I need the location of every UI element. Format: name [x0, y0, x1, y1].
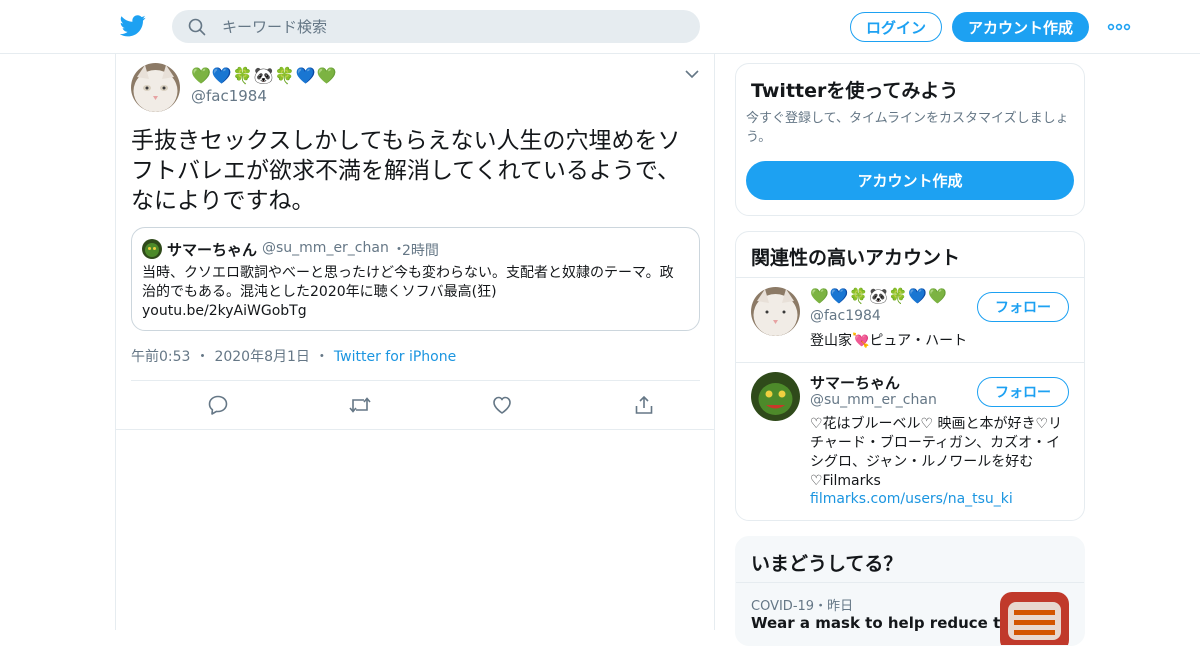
tweet-metadata: 午前0:53 ・ 2020年8月1日・ Twitter for iPhone — [131, 346, 456, 366]
divider — [116, 429, 714, 430]
reply-icon — [208, 395, 228, 415]
account-handle[interactable]: @fac1984 — [810, 308, 881, 324]
account-bio: ♡花はブルーベル♡ 映画と本が好き♡リチャード・ブローティガン、カズオ・イシグロ… — [810, 416, 1063, 489]
signup-button[interactable]: アカウント作成 — [952, 12, 1089, 42]
login-button[interactable]: ログイン — [850, 12, 942, 42]
tweet-date[interactable]: 2020年8月1日 — [214, 349, 309, 365]
quoted-author-handle: @su_mm_er_chan — [262, 240, 389, 256]
trend-headline[interactable]: Wear a mask to help reduce the — [751, 614, 1021, 632]
divider — [736, 582, 1084, 583]
share-icon — [635, 395, 653, 414]
author-handle[interactable]: @fac1984 — [191, 87, 267, 105]
share-button[interactable] — [631, 392, 657, 418]
account-bio: 登山家💘ピュア・ハート — [810, 333, 968, 349]
retweet-icon — [349, 397, 371, 413]
twitter-bird-logo-icon[interactable] — [120, 14, 146, 38]
account-name[interactable]: サマーちゃん — [810, 372, 900, 393]
retweet-button[interactable] — [347, 392, 373, 418]
more-options-icon[interactable] — [1107, 18, 1131, 36]
search-input[interactable] — [222, 17, 662, 36]
divider — [736, 362, 1084, 363]
quoted-avatar — [142, 239, 162, 259]
quoted-author-name: サマーちゃん — [167, 241, 258, 259]
tweet-time[interactable]: 午前0:53 — [131, 349, 190, 365]
avatar[interactable] — [131, 63, 180, 112]
author-display-name[interactable]: 💚💙🍀🐼🍀💙💚 — [191, 66, 337, 85]
top-navigation-bar: ログイン アカウント作成 — [0, 0, 1200, 54]
tweet-column: 💚💙🍀🐼🍀💙💚 @fac1984 手抜きセックスしかしてもらえない人生の穴埋めを… — [115, 54, 715, 630]
account-handle[interactable]: @su_mm_er_chan — [810, 392, 937, 408]
trend-metadata: COVID-19・昨日 — [751, 595, 853, 614]
follow-button[interactable]: フォロー — [977, 377, 1069, 407]
divider — [736, 277, 1084, 278]
search-bar[interactable] — [172, 10, 700, 43]
signup-prompt-card: Twitterを使ってみよう 今すぐ登録して、タイムラインをカスタマイズしましょ… — [735, 63, 1085, 216]
related-accounts-card: 関連性の高いアカウント 💚💙🍀🐼🍀💙💚 @fac1984 登山家💘ピュア・ハート… — [735, 231, 1085, 521]
quoted-link: youtu.be/2kyAiWGobTg — [142, 303, 307, 319]
card-title: Twitterを使ってみよう — [751, 80, 959, 102]
avatar[interactable] — [751, 372, 800, 421]
quoted-tweet[interactable]: サマーちゃん @su_mm_er_chan ・ 2時間 当時、クソエロ歌詞やべー… — [131, 227, 700, 331]
separator-dot: ・ — [814, 599, 828, 614]
trend-time: 昨日 — [827, 599, 854, 614]
separator-dot: ・ — [195, 349, 210, 365]
tweet-actions — [131, 392, 700, 418]
heart-icon — [493, 396, 511, 414]
separator-dot: ・ — [314, 349, 329, 365]
account-link[interactable]: filmarks.com/users/na_tsu_ki — [810, 491, 1013, 507]
trend-category: COVID-19 — [751, 599, 815, 614]
like-button[interactable] — [489, 392, 515, 418]
create-account-button[interactable]: アカウント作成 — [746, 161, 1074, 200]
avatar[interactable] — [751, 287, 800, 336]
divider — [131, 380, 700, 381]
card-description: 今すぐ登録して、タイムラインをカスタマイズしましょう。 — [746, 111, 1069, 145]
card-title: 関連性の高いアカウント — [751, 247, 961, 269]
trend-thumbnail[interactable] — [1000, 592, 1069, 645]
tweet-source-link[interactable]: Twitter for iPhone — [334, 349, 456, 365]
quoted-text: 当時、クソエロ歌詞やべーと思ったけど今も変わらない。支配者と奴隷のテーマ。政治的… — [142, 264, 687, 321]
quoted-timestamp: 2時間 — [402, 243, 439, 259]
chevron-down-icon[interactable] — [684, 68, 700, 80]
tweet-text: 手抜きセックスしかしてもらえない人生の穴埋めをソフトバレエが欲求不満を解消してく… — [131, 128, 681, 214]
search-icon — [188, 17, 208, 37]
reply-button[interactable] — [205, 392, 231, 418]
quoted-text-body: 当時、クソエロ歌詞やべーと思ったけど今も変わらない。支配者と奴隷のテーマ。政治的… — [142, 265, 674, 300]
card-title: いまどうしてる？ — [751, 553, 903, 575]
follow-button[interactable]: フォロー — [977, 292, 1069, 322]
account-name[interactable]: 💚💙🍀🐼🍀💙💚 — [810, 287, 948, 305]
